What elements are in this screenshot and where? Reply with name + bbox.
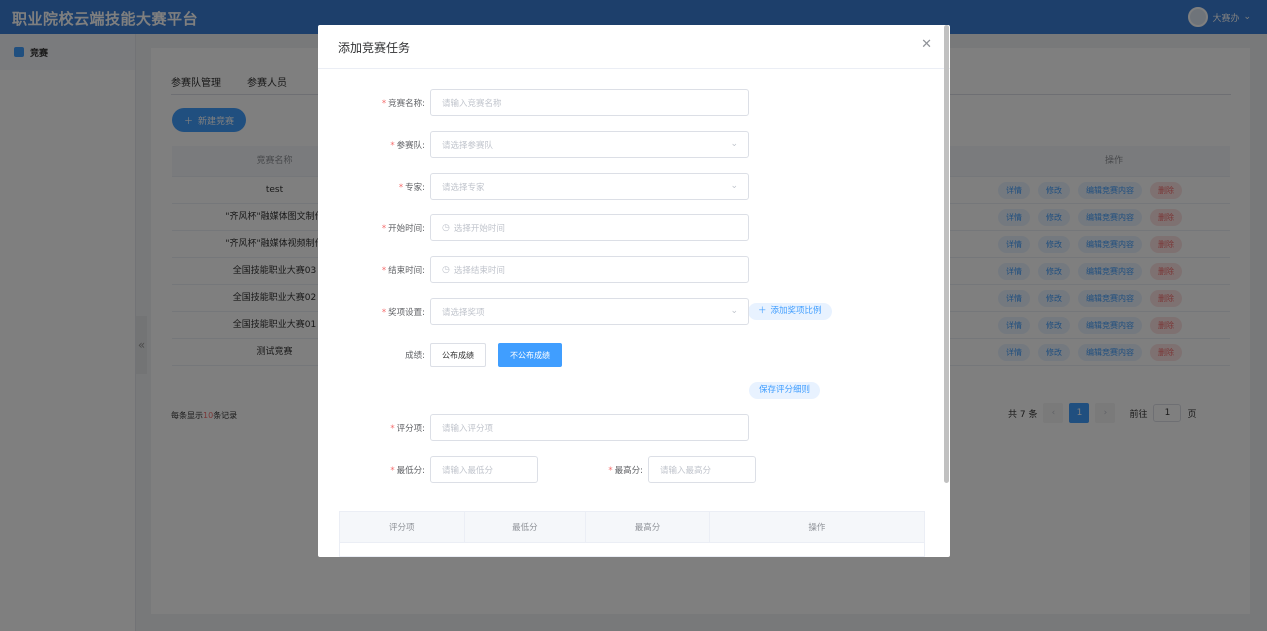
form-row-score: 成绩: 公布成绩 不公布成绩	[318, 343, 562, 367]
competition-name-input[interactable]: 请输入竞赛名称	[430, 89, 749, 116]
form-row-award: * 奖项设置: 请选择奖项 ⌄ ＋添加奖项比例	[318, 298, 832, 325]
max-label: * 最高分:	[608, 465, 643, 476]
add-competition-dialog: 添加竞赛任务 ✕ * 竞赛名称: 请输入竞赛名称 * 参赛队: 请选择参赛队 ⌄ * 专…	[318, 25, 950, 557]
clock-icon: ◷	[442, 264, 450, 275]
award-label: * 奖项设置:	[381, 307, 425, 318]
start-time-picker[interactable]: ◷ 选择开始时间	[430, 214, 749, 241]
scoring-rules-table: 评分项 最低分 最高分 操作	[339, 511, 925, 557]
form-row-item: * 评分项: 请输入评分项	[318, 414, 749, 441]
form-row-expert: * 专家: 请选择专家 ⌄	[318, 173, 749, 200]
column-header-min: 最低分	[465, 512, 587, 542]
scoring-rules-header: 评分项 最低分 最高分 操作	[340, 512, 924, 543]
end-label: * 结束时间:	[381, 265, 425, 276]
team-placeholder: 请选择参赛队	[442, 140, 494, 151]
expert-select[interactable]: 请选择专家 ⌄	[430, 173, 749, 200]
name-label: * 竞赛名称:	[381, 98, 425, 109]
column-header-max: 最高分	[586, 512, 710, 542]
add-award-ratio-button[interactable]: ＋添加奖项比例	[748, 303, 832, 320]
expert-label: * 专家:	[398, 182, 425, 193]
column-header-ops: 操作	[808, 523, 826, 533]
plus-icon: ＋	[758, 306, 767, 316]
form-row-end: * 结束时间: ◷ 选择结束时间	[318, 256, 749, 283]
end-time-placeholder: 选择结束时间	[453, 265, 505, 276]
dialog-scrollbar[interactable]	[944, 25, 949, 483]
expert-placeholder: 请选择专家	[442, 182, 485, 193]
chevron-down-icon: ⌄	[730, 306, 738, 316]
min-score-placeholder: 请输入最低分	[442, 465, 494, 476]
dialog-header-divider	[318, 68, 950, 69]
competition-name-placeholder: 请输入竞赛名称	[442, 98, 502, 109]
chevron-down-icon: ⌄	[730, 181, 738, 191]
start-time-placeholder: 选择开始时间	[453, 223, 505, 234]
score-label: 成绩:	[405, 351, 425, 361]
save-scoring-rule-button[interactable]: 保存评分细则	[749, 382, 821, 399]
dialog-title: 添加竞赛任务	[338, 41, 411, 55]
max-score-placeholder: 请输入最高分	[660, 465, 712, 476]
form-row-name: * 竞赛名称: 请输入竞赛名称	[318, 89, 749, 116]
publish-score-option[interactable]: 公布成绩	[430, 343, 486, 367]
chevron-down-icon: ⌄	[730, 139, 738, 149]
column-header-item: 评分项	[340, 512, 465, 542]
max-score-input[interactable]: 请输入最高分	[648, 456, 756, 483]
unpublish-score-option[interactable]: 不公布成绩	[498, 343, 562, 367]
award-select[interactable]: 请选择奖项 ⌄	[430, 298, 749, 325]
end-time-picker[interactable]: ◷ 选择结束时间	[430, 256, 749, 283]
item-label: * 评分项:	[390, 423, 425, 434]
award-placeholder: 请选择奖项	[442, 307, 485, 318]
scoring-item-input[interactable]: 请输入评分项	[430, 414, 749, 441]
form-row-min-max: * 最低分: 请输入最低分 * 最高分: 请输入最高分	[318, 456, 756, 483]
min-score-input[interactable]: 请输入最低分	[430, 456, 538, 483]
form-row-start: * 开始时间: ◷ 选择开始时间	[318, 214, 749, 241]
clock-icon: ◷	[442, 222, 450, 233]
team-label: * 参赛队:	[390, 140, 425, 151]
scoring-item-placeholder: 请输入评分项	[442, 423, 494, 434]
close-icon[interactable]: ✕	[921, 37, 932, 52]
min-label: * 最低分:	[390, 465, 425, 476]
add-award-ratio-label: 添加奖项比例	[770, 306, 822, 316]
form-row-team: * 参赛队: 请选择参赛队 ⌄	[318, 131, 749, 158]
team-select[interactable]: 请选择参赛队 ⌄	[430, 131, 749, 158]
start-label: * 开始时间:	[381, 223, 425, 234]
